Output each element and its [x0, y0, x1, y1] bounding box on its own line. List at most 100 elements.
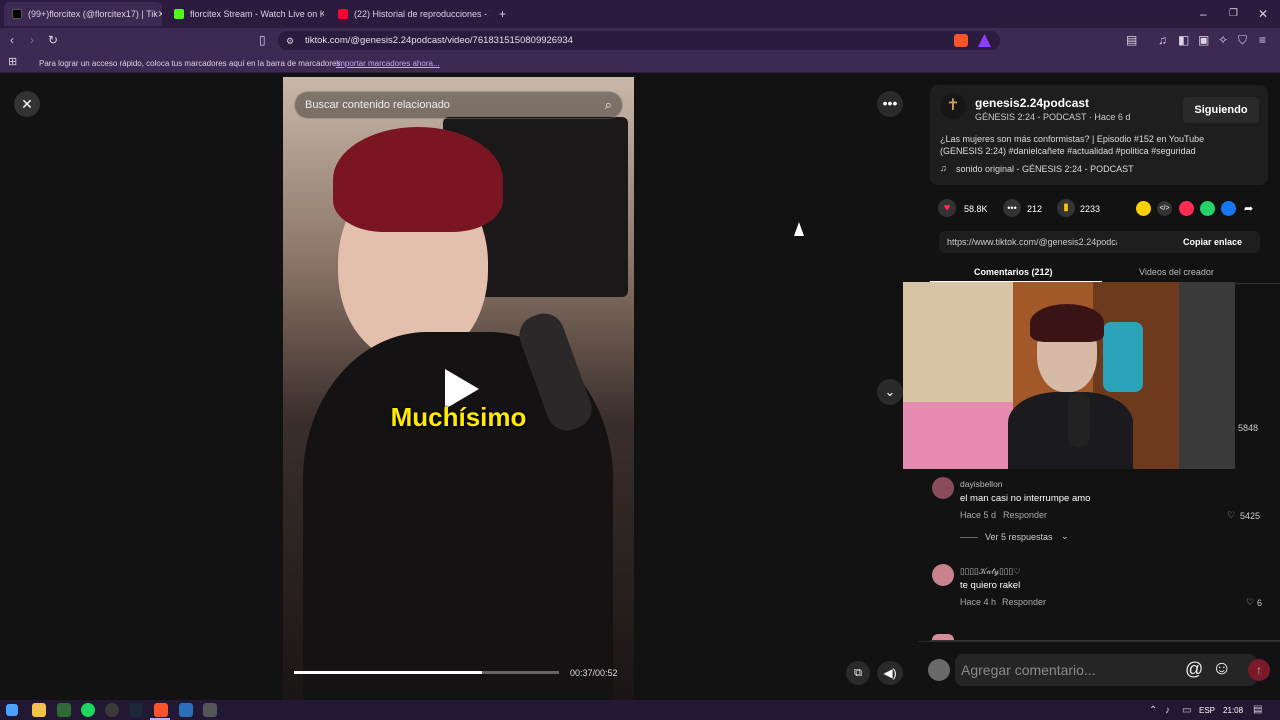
tab-kick[interactable]: florcitex Stream - Watch Live on K — [166, 2, 324, 26]
webcam-chair — [1103, 322, 1143, 392]
post-button[interactable]: ↑ — [1248, 659, 1270, 681]
bookmarks-hint: Para lograr un acceso rápido, coloca tus… — [39, 59, 343, 68]
following-button[interactable]: Siguiendo — [1183, 97, 1259, 123]
clock[interactable]: 21:08 — [1223, 706, 1243, 715]
comment-like-count: 6 — [1257, 598, 1263, 608]
emoji-icon[interactable]: ☺ — [1212, 658, 1231, 680]
bookmark-icon[interactable]: ▯ — [259, 34, 266, 46]
creator-username[interactable]: genesis2.24podcast — [975, 96, 1089, 110]
pip-button[interactable]: ⧉ — [846, 661, 870, 685]
whatsapp-icon[interactable] — [1200, 201, 1215, 216]
url-field[interactable]: ⚙ tiktok.com/@genesis2.24podcast/video/7… — [278, 31, 1000, 50]
tab-comments[interactable]: Comentarios (212) — [974, 267, 1053, 277]
brave-icon[interactable] — [154, 703, 168, 717]
comment-username[interactable]: dayisbellon — [960, 479, 1003, 489]
embed-icon[interactable]: </> — [1157, 201, 1172, 216]
minimize-icon[interactable]: – — [1200, 8, 1207, 20]
file-explorer-icon[interactable] — [32, 703, 46, 717]
bookmarks-bar: ⊞ Para lograr un acceso rápido, coloca t… — [0, 53, 1280, 73]
site-info-icon[interactable]: ⚙ — [286, 35, 294, 47]
volume-button[interactable]: ◀) — [877, 661, 903, 685]
avatar[interactable] — [932, 564, 954, 586]
new-tab-icon[interactable]: + — [499, 8, 506, 20]
send-icon[interactable] — [1179, 201, 1194, 216]
next-video-button[interactable]: ⌄ — [877, 379, 903, 405]
webcam-hair — [1030, 304, 1104, 342]
comment-text: el man casi no interrumpe amo — [960, 493, 1091, 504]
microphone-icon[interactable]: ♪ — [1165, 705, 1170, 717]
sound-name[interactable]: sonido original - GÉNESIS 2:24 - PODCAST — [956, 164, 1134, 174]
search-icon[interactable]: ⌕ — [605, 97, 612, 113]
heart-outline-icon[interactable]: ♡ — [1246, 597, 1254, 608]
video-caption: Muchísimo — [390, 402, 527, 432]
view-replies-button[interactable]: Ver 5 respuestas — [985, 532, 1053, 542]
kick-icon — [174, 9, 184, 19]
notification-icon[interactable]: ▤ — [1253, 704, 1262, 716]
import-bookmarks-link[interactable]: Importar marcadores ahora... — [336, 59, 440, 68]
reader-icon[interactable]: ▤ — [1126, 34, 1137, 46]
close-icon[interactable]: ✕ — [158, 9, 162, 20]
mention-icon[interactable]: @ — [1185, 659, 1203, 680]
brave-rewards-icon[interactable] — [978, 34, 991, 47]
sidebar-icon[interactable]: ◧ — [1178, 34, 1189, 46]
obs-icon[interactable] — [105, 703, 119, 717]
creator-card: ✝ genesis2.24podcast GÉNESIS 2:24 - PODC… — [930, 85, 1268, 185]
chevron-up-icon[interactable]: ⌃ — [1149, 705, 1157, 717]
spotify-icon[interactable] — [81, 703, 95, 717]
save-icon[interactable]: ▮ — [1057, 199, 1075, 217]
progress-fill — [294, 671, 483, 674]
heart-outline-icon[interactable]: ♡ — [1227, 510, 1235, 521]
reload-icon[interactable]: ↻ — [48, 34, 58, 46]
music-icon[interactable]: ♫ — [1158, 34, 1167, 46]
reply-button[interactable]: Responder — [1003, 510, 1047, 520]
music-note-icon: ♫ — [940, 163, 947, 173]
minecraft-icon[interactable] — [57, 703, 71, 717]
related-search-placeholder: Buscar contenido relacionado — [305, 99, 450, 111]
save-count: 2233 — [1080, 204, 1101, 214]
windows-start-icon[interactable] — [6, 704, 18, 716]
forward-icon[interactable]: › — [30, 34, 34, 46]
apps-grid-icon[interactable]: ⊞ — [8, 56, 17, 68]
tab-label: (22) Historial de reproducciones - Yo — [354, 9, 490, 19]
share-icon[interactable]: ➦ — [1244, 202, 1253, 215]
vpn-icon[interactable]: ⛉ — [1238, 34, 1247, 46]
ai-icon[interactable]: ✧ — [1218, 34, 1228, 46]
progress-bar[interactable] — [294, 671, 559, 674]
reply-button[interactable]: Responder — [1002, 597, 1046, 607]
comment-input[interactable]: Agregar comentario... @ ☺ — [955, 654, 1257, 686]
comment-username[interactable]: ▯▯▯▯𝒦𝒶𝓉𝓎▯▯▯♡ — [960, 566, 1021, 577]
tab-tiktok[interactable]: (99+)florcitex (@florcitex17) | Tik ✕ — [4, 2, 162, 26]
copy-link-button[interactable]: Copiar enlace — [1183, 237, 1242, 247]
like-icon[interactable]: ♥ — [938, 199, 956, 217]
more-options-button[interactable]: ••• — [877, 91, 903, 117]
tab-youtube[interactable]: (22) Historial de reproducciones - Yo — [330, 2, 490, 26]
volume-icon: ◀) — [883, 666, 897, 680]
steam-icon[interactable] — [179, 703, 193, 717]
network-icon[interactable]: ▭ — [1182, 705, 1191, 717]
video-description: ¿Las mujeres son más conformistas? | Epi… — [940, 134, 1205, 156]
tab-label: florcitex Stream - Watch Live on K — [190, 9, 324, 19]
steam-icon[interactable] — [129, 703, 143, 717]
video-player[interactable]: Buscar contenido relacionado ⌕ Muchísimo… — [283, 77, 634, 700]
comment-time: Hace 5 d — [960, 510, 997, 520]
app-icon[interactable] — [203, 703, 217, 717]
close-video-button[interactable]: ✕ — [14, 91, 40, 117]
gift-icon[interactable] — [1136, 201, 1151, 216]
related-search[interactable]: Buscar contenido relacionado ⌕ — [294, 91, 623, 119]
back-icon[interactable]: ‹ — [10, 34, 14, 46]
wallet-icon[interactable]: ▣ — [1198, 34, 1209, 46]
like-count: 58.8K — [964, 204, 988, 214]
tab-creator-videos[interactable]: Videos del creador — [1139, 267, 1214, 277]
brave-shield-icon[interactable] — [954, 34, 968, 47]
comment-icon[interactable]: ••• — [1003, 199, 1021, 217]
language-indicator[interactable]: ESP — [1199, 706, 1215, 715]
menu-icon[interactable]: ≡ — [1259, 34, 1266, 46]
chevron-down-icon: ⌄ — [1061, 531, 1069, 541]
creator-avatar[interactable]: ✝ — [940, 93, 966, 119]
creator-subtitle: GÉNESIS 2:24 - PODCAST · Hace 6 d — [975, 112, 1131, 122]
close-window-icon[interactable]: ✕ — [1258, 8, 1268, 20]
avatar[interactable] — [932, 477, 954, 499]
url-text: tiktok.com/@genesis2.24podcast/video/761… — [305, 35, 573, 46]
facebook-icon[interactable] — [1221, 201, 1236, 216]
restore-icon[interactable]: ❐ — [1229, 8, 1238, 20]
